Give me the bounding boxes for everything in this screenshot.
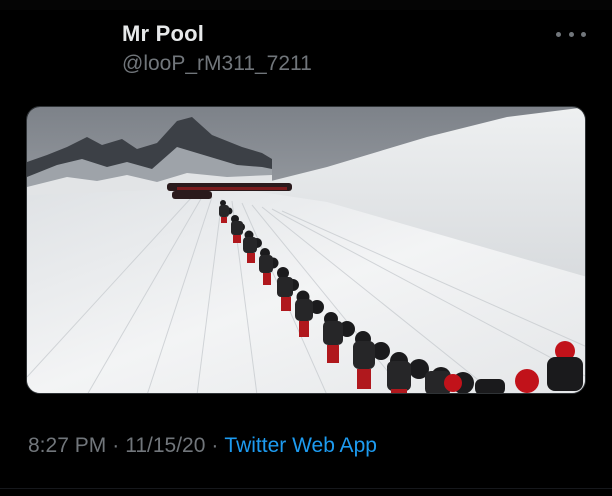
display-name[interactable]: Mr Pool [122,20,312,48]
tweet-time[interactable]: 8:27 PM [28,434,106,457]
tweet-date[interactable]: 11/15/20 [125,434,205,457]
tweet-source-link[interactable]: Twitter Web App [224,434,377,457]
divider [0,488,612,489]
more-options-icon[interactable] [556,26,586,42]
tweet-header: Mr Pool @looP_rM311_7211 [122,20,312,78]
status-strip [0,0,612,10]
meta-separator: · [211,434,219,457]
dot [556,31,561,37]
meta-separator: · [112,434,120,457]
photo-mountain-snow-line [27,107,585,393]
dot [568,31,574,37]
username-handle[interactable]: @looP_rM311_7211 [122,50,312,78]
dot [581,31,586,37]
tweet-meta: 8:27 PM · 11/15/20 · Twitter Web App [28,432,377,460]
tweet-photo[interactable] [26,106,586,394]
